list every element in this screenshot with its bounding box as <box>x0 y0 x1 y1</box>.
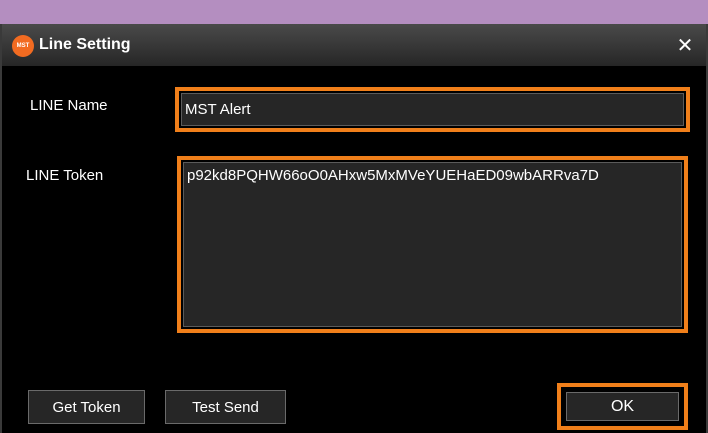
line-token-highlight: p92kd8PQHW66oO0AHxw5MxMVeYUEHaED09wbARRv… <box>177 156 688 333</box>
dialog-title: Line Setting <box>39 36 131 53</box>
line-name-input[interactable] <box>181 93 684 126</box>
app-logo-text: MST <box>16 43 30 49</box>
ok-button[interactable]: OK <box>566 392 679 421</box>
line-token-textarea[interactable]: p92kd8PQHW66oO0AHxw5MxMVeYUEHaED09wbARRv… <box>183 162 682 327</box>
close-icon[interactable]: ✕ <box>668 28 702 62</box>
line-token-label: LINE Token <box>26 167 104 184</box>
title-bar[interactable]: MST Line Setting ✕ <box>2 24 706 66</box>
app-logo-icon: MST <box>12 35 34 57</box>
ok-highlight: OK <box>557 383 688 430</box>
line-name-highlight <box>175 87 690 132</box>
get-token-button[interactable]: Get Token <box>28 390 145 424</box>
line-setting-dialog: MST Line Setting ✕ LINE Name LINE Token … <box>0 24 708 433</box>
test-send-button[interactable]: Test Send <box>165 390 286 424</box>
line-name-label: LINE Name <box>30 97 108 114</box>
